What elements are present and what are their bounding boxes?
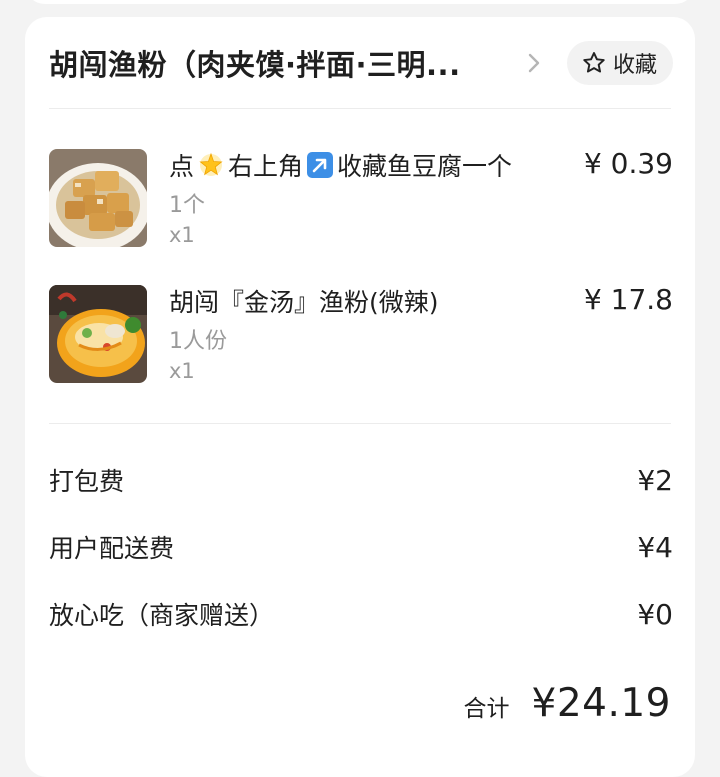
previous-card-bottom [25, 0, 695, 4]
order-item[interactable]: 胡闯『金汤』渔粉(微辣) 1人份 x1 ¥ 17.8 [49, 283, 673, 395]
item-spec: 1人份 [169, 329, 227, 354]
delivery-fee-row: 用户配送费 ¥4 [49, 527, 673, 567]
items-divider [49, 423, 671, 424]
chevron-right-icon[interactable] [519, 48, 549, 78]
header-divider [49, 108, 671, 109]
item-name-suffix: 收藏鱼豆腐一个 [337, 152, 513, 181]
total-label: 合计 [463, 696, 510, 722]
item-name: 胡闯『金汤』渔粉(微辣) [169, 288, 439, 317]
fee-label: 放心吃（商家赠送） [49, 601, 275, 630]
item-price: ¥ 0.39 [583, 147, 673, 180]
store-name[interactable]: 胡闯渔粉（肉夹馍·拌面·三明... [49, 42, 504, 84]
fish-tofu-image [49, 149, 147, 247]
item-quantity: x1 [169, 223, 195, 247]
order-total: 合计 ¥24.19 [464, 681, 671, 726]
order-card: 胡闯渔粉（肉夹馍·拌面·三明... 收藏 点 右上角 收藏鱼豆腐一个 1个 x1… [25, 17, 695, 777]
store-header: 胡闯渔粉（肉夹馍·拌面·三明... 收藏 [49, 17, 673, 109]
fee-label: 打包费 [49, 467, 125, 496]
item-spec: 1个 [169, 193, 205, 218]
fee-value: ¥0 [637, 597, 673, 631]
food-safety-row[interactable]: 放心吃（商家赠送） ¥0 [49, 594, 673, 634]
up-right-arrow-icon [305, 150, 335, 180]
item-price: ¥ 17.8 [583, 283, 673, 316]
item-name-prefix: 点 [169, 152, 195, 181]
order-item[interactable]: 点 右上角 收藏鱼豆腐一个 1个 x1 ¥ 0.39 [49, 147, 673, 259]
total-value: ¥24.19 [531, 681, 671, 726]
item-name: 点 右上角 收藏鱼豆腐一个 [169, 147, 512, 183]
favorite-label: 收藏 [612, 53, 657, 78]
fee-value: ¥2 [637, 463, 673, 497]
star-outline-icon [581, 50, 607, 76]
fee-label: 用户配送费 [49, 534, 175, 563]
item-name-middle: 右上角 [228, 152, 304, 181]
glowing-star-icon [196, 150, 226, 180]
packaging-fee-row: 打包费 ¥2 [49, 460, 673, 500]
favorite-button[interactable]: 收藏 [566, 41, 673, 85]
golden-soup-noodle-image [49, 285, 147, 383]
item-quantity: x1 [169, 359, 195, 383]
fee-value: ¥4 [637, 530, 673, 564]
